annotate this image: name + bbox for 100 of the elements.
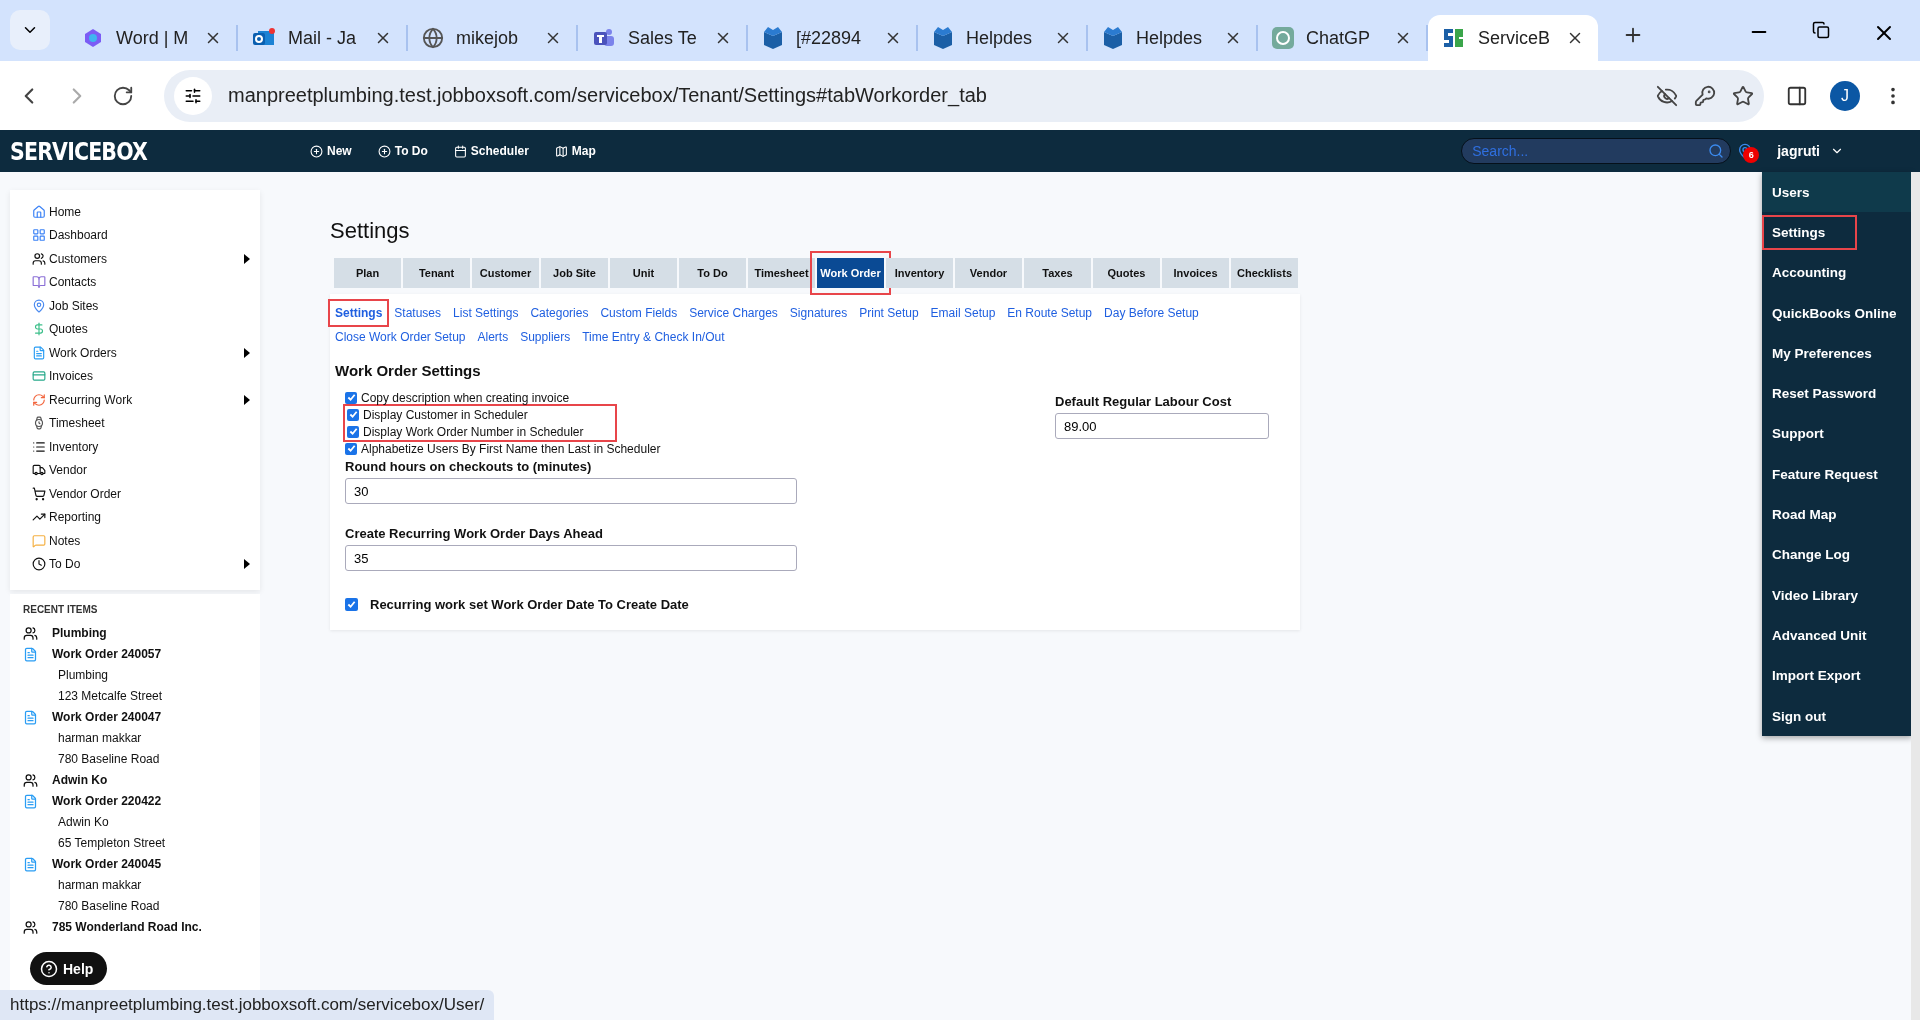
checkbox[interactable]	[345, 598, 358, 611]
menu-item[interactable]: Support	[1762, 413, 1912, 455]
site-settings-icon[interactable]	[174, 76, 212, 115]
search-input[interactable]: Search...	[1470, 142, 1709, 160]
menu-item[interactable]: Road Map	[1762, 494, 1912, 535]
browser-tab[interactable]: [#22894	[748, 25, 918, 51]
subtab-link[interactable]: Print Setup	[852, 299, 926, 327]
sidebar-item[interactable]: Quotes	[32, 319, 250, 339]
settings-tab[interactable]: To Do	[679, 258, 746, 288]
nav-link[interactable]: New	[310, 144, 352, 158]
sidebar-item[interactable]: Recurring Work	[32, 390, 250, 409]
browser-tab[interactable]: Sales Te	[578, 25, 748, 51]
plus-icon[interactable]	[377, 144, 391, 158]
document-icon	[32, 345, 46, 360]
browser-tab[interactable]: Helpdes	[918, 25, 1088, 51]
sidebar-item[interactable]: Home	[32, 202, 250, 221]
checkbox[interactable]	[347, 425, 359, 438]
settings-tab[interactable]: Checklists	[1231, 258, 1298, 288]
settings-tab[interactable]: Timesheet	[748, 258, 815, 288]
dollar-icon	[32, 322, 46, 336]
input-field[interactable]: 30	[345, 478, 797, 504]
subtab-link[interactable]: Signatures	[782, 299, 855, 327]
user-menu-button[interactable]: jagruti	[1771, 142, 1850, 160]
menu-item[interactable]: Users	[1762, 172, 1912, 213]
menu-item[interactable]: Import Export	[1762, 655, 1912, 696]
eye-off-icon[interactable]	[1656, 84, 1678, 107]
side-panel-icon[interactable]	[1786, 84, 1808, 107]
help-icon[interactable]	[40, 959, 58, 978]
key-icon[interactable]	[1694, 84, 1716, 107]
sidebar-item[interactable]: Customers	[32, 249, 250, 268]
menu-item[interactable]: Change Log	[1762, 534, 1912, 575]
menu-item[interactable]: Feature Request	[1762, 454, 1912, 495]
settings-tab[interactable]: Unit	[610, 258, 677, 288]
sidebar-item[interactable]: Notes	[32, 531, 250, 550]
browser-tab[interactable]: Word | M	[68, 25, 238, 51]
menu-item[interactable]: Accounting	[1762, 252, 1912, 293]
recent-item[interactable]: 785 Wonderland Road Inc.	[23, 916, 250, 938]
map-icon[interactable]	[554, 144, 568, 158]
settings-tab[interactable]: Customer	[472, 258, 539, 288]
browser-tab[interactable]: Mail - Ja	[238, 25, 408, 51]
browser-tab[interactable]: ServiceB	[1428, 15, 1598, 61]
menu-item[interactable]: Reset Password	[1762, 373, 1912, 414]
nav-link[interactable]: Map	[554, 144, 596, 158]
sidebar-item[interactable]: Inventory	[32, 437, 250, 456]
checkbox[interactable]	[347, 408, 359, 421]
recent-item[interactable]: Adwin Ko	[23, 769, 250, 791]
subtab-link[interactable]: Day Before Setup	[1097, 299, 1206, 327]
address-bar[interactable]: manpreetplumbing.test.jobboxsoft.com/servicebox/Tenant/Settings#tabWorkorder_tab	[164, 69, 1764, 122]
recent-item[interactable]: Work Order 220422	[23, 790, 250, 812]
settings-tab[interactable]: Quotes	[1093, 258, 1160, 288]
menu-item[interactable]: My Preferences	[1762, 333, 1912, 374]
settings-tab[interactable]: Plan	[334, 258, 401, 288]
settings-tab[interactable]: Tenant	[403, 258, 470, 288]
nav-link[interactable]: To Do	[377, 144, 428, 158]
recent-item[interactable]: Work Order 240045	[23, 853, 250, 875]
browser-tab[interactable]: Helpdes	[1088, 25, 1258, 51]
sidebar-item[interactable]: Work Orders	[32, 343, 250, 362]
sidebar-item[interactable]: Vendor	[32, 460, 250, 480]
help-button[interactable]: Help	[30, 952, 108, 985]
scrollbar[interactable]	[1911, 172, 1920, 1020]
subtab-link[interactable]: Settings	[328, 299, 390, 327]
calendar-icon[interactable]	[453, 144, 467, 158]
menu-item[interactable]: QuickBooks Online	[1762, 292, 1912, 334]
input-field[interactable]: 35	[345, 545, 797, 571]
recent-item[interactable]: Plumbing	[23, 622, 250, 644]
settings-tab[interactable]: Taxes	[1024, 258, 1091, 288]
reload-icon[interactable]	[112, 84, 134, 107]
settings-tab[interactable]: Invoices	[1162, 258, 1229, 288]
search-field[interactable]: Search...	[1461, 138, 1732, 164]
sidebar-item[interactable]: Dashboard	[32, 225, 250, 245]
nav-link[interactable]: Scheduler	[453, 144, 529, 158]
search-icon[interactable]	[1708, 143, 1725, 159]
restore-icon[interactable]	[1812, 21, 1830, 39]
star-icon[interactable]	[1732, 84, 1754, 107]
checkbox[interactable]	[345, 391, 357, 404]
recent-item[interactable]: Work Order 240047	[23, 706, 250, 728]
input-field[interactable]: 89.00	[1055, 413, 1269, 439]
menu-item[interactable]: Advanced Unit	[1762, 615, 1912, 656]
checkbox[interactable]	[345, 442, 357, 455]
sidebar-item[interactable]: Vendor Order	[32, 484, 250, 503]
sidebar-item[interactable]: Contacts	[32, 272, 250, 292]
settings-tab[interactable]: Vendor	[955, 258, 1022, 288]
recent-item-detail: Plumbing	[57, 667, 110, 684]
sidebar-item[interactable]: Reporting	[32, 507, 250, 527]
settings-tab[interactable]: Work Order	[817, 258, 884, 288]
menu-item[interactable]: Sign out	[1762, 695, 1912, 737]
settings-tab[interactable]: Job Site	[541, 258, 608, 288]
sidebar-item[interactable]: To Do	[32, 554, 250, 574]
plus-icon[interactable]	[310, 144, 323, 158]
sidebar-item[interactable]: Invoices	[32, 366, 250, 386]
subtab-link[interactable]: En Route Setup	[1000, 299, 1100, 327]
settings-tab[interactable]: Inventory	[886, 258, 953, 288]
browser-tab[interactable]: ChatGP	[1258, 25, 1428, 51]
sidebar-item[interactable]: Timesheet	[32, 413, 250, 433]
subtab-link[interactable]: Email Setup	[923, 299, 1003, 327]
profile-avatar[interactable]: J	[1830, 80, 1860, 111]
recent-item[interactable]: Work Order 240057	[23, 643, 250, 665]
sidebar-item[interactable]: Job Sites	[32, 296, 250, 315]
browser-tab[interactable]: mikejob	[408, 25, 578, 51]
menu-item[interactable]: Video Library	[1762, 574, 1912, 616]
